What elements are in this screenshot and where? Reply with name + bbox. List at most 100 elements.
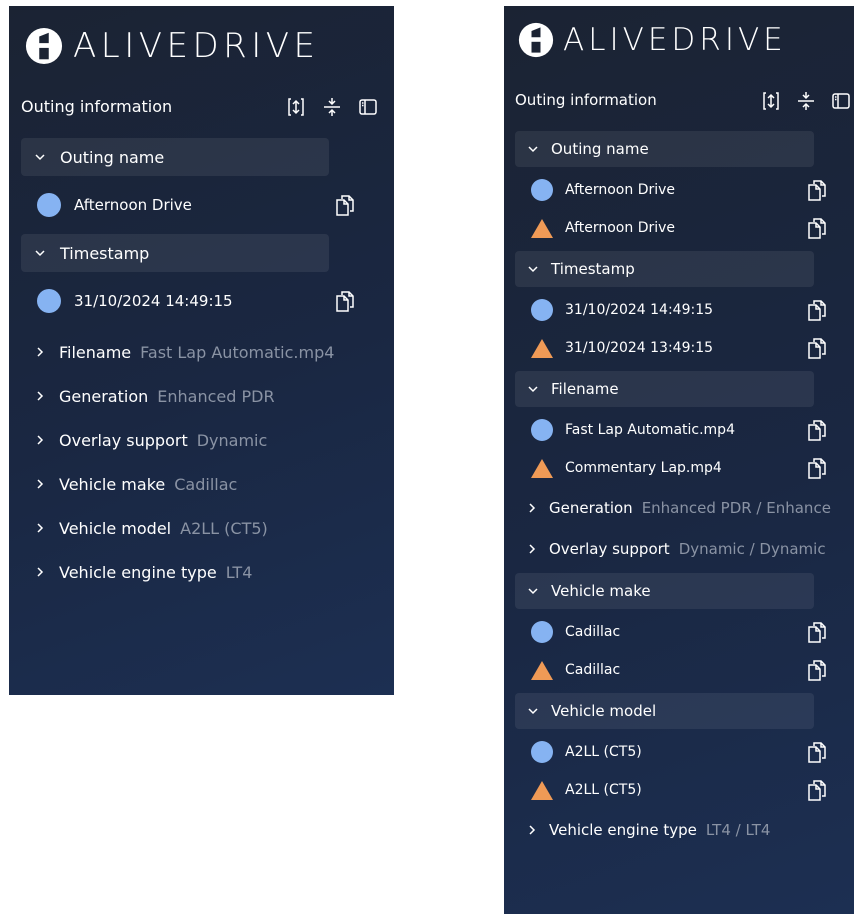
chevron-right-icon <box>37 347 44 357</box>
chevron-down-icon <box>35 154 45 161</box>
section-generation[interactable]: Generation Enhanced PDR / Enhance <box>504 487 854 528</box>
compress-vertical-icon[interactable] <box>321 96 343 118</box>
value-text: Commentary Lap.mp4 <box>565 460 722 476</box>
section-title: Vehicle make <box>551 582 651 600</box>
value-row-orange: Cadillac <box>504 651 854 689</box>
section-filename[interactable]: Filename Fast Lap Automatic.mp4 <box>9 330 394 374</box>
section-label: Vehicle engine type <box>549 820 697 839</box>
copy-icon[interactable] <box>806 216 828 240</box>
section-value: LT4 <box>225 562 253 582</box>
value-row: Afternoon Drive <box>9 176 394 234</box>
chevron-right-icon <box>529 543 536 554</box>
section-label: Overlay support <box>549 539 670 558</box>
copy-icon[interactable] <box>806 298 828 322</box>
value-text: 31/10/2024 13:49:15 <box>565 340 714 356</box>
section-title: Outing name <box>551 140 649 158</box>
section-timestamp[interactable]: Timestamp <box>21 234 329 272</box>
section-vehicle-model[interactable]: Vehicle model A2LL (CT5) <box>9 506 394 550</box>
section-label: Overlay support <box>59 430 188 450</box>
chevron-down-icon <box>35 250 45 257</box>
section-outing-name[interactable]: Outing name <box>515 131 814 167</box>
value-row-blue: Afternoon Drive <box>504 171 854 209</box>
chevron-down-icon <box>528 588 538 595</box>
chevron-right-icon <box>529 502 536 513</box>
blue-circle-marker <box>531 621 553 643</box>
value-row-blue: Cadillac <box>504 613 854 651</box>
section-value: Enhanced PDR / Enhance <box>641 498 831 517</box>
logo-mark <box>25 27 63 65</box>
section-generation[interactable]: Generation Enhanced PDR <box>9 374 394 418</box>
blue-circle-marker <box>531 419 553 441</box>
copy-icon[interactable] <box>806 778 828 802</box>
swap-vertical-icon[interactable] <box>760 90 782 112</box>
section-title: Timestamp <box>551 260 635 278</box>
panel-header: Outing information <box>9 90 394 122</box>
section-title: Vehicle model <box>551 702 657 720</box>
header-actions <box>760 90 852 112</box>
section-overlay-support[interactable]: Overlay support Dynamic <box>9 418 394 462</box>
sidebar-panel-icon[interactable] <box>830 90 852 112</box>
value-row-orange: 31/10/2024 13:49:15 <box>504 329 854 367</box>
sidebar-panel-icon[interactable] <box>357 96 379 118</box>
logo-text: ALIVEDRIVE <box>563 22 787 58</box>
section-vehicle-engine-type[interactable]: Vehicle engine type LT4 / LT4 <box>504 809 854 850</box>
value-text: Afternoon Drive <box>565 182 676 198</box>
blue-circle-marker <box>37 289 61 313</box>
section-filename[interactable]: Filename <box>515 371 814 407</box>
orange-triangle-marker <box>531 218 553 238</box>
chevron-down-icon <box>528 386 538 393</box>
copy-icon[interactable] <box>806 620 828 644</box>
alivedrive-logo: ALIVEDRIVE <box>518 22 787 58</box>
chevron-right-icon <box>37 435 44 445</box>
section-value: Fast Lap Automatic.mp4 <box>140 342 335 362</box>
chevron-right-icon <box>37 523 44 533</box>
swap-vertical-icon[interactable] <box>285 96 307 118</box>
section-vehicle-make[interactable]: Vehicle make <box>515 573 814 609</box>
orange-triangle-marker <box>531 338 553 358</box>
value-text: Cadillac <box>565 662 621 678</box>
outing-info-panel-compare: ALIVEDRIVE Outing information Outing nam… <box>504 6 854 914</box>
section-value: Cadillac <box>174 474 238 494</box>
copy-icon[interactable] <box>806 418 828 442</box>
alivedrive-logo: ALIVEDRIVE <box>25 26 320 66</box>
value-text: A2LL (CT5) <box>565 744 642 760</box>
copy-icon[interactable] <box>806 658 828 682</box>
copy-icon[interactable] <box>806 740 828 764</box>
section-outing-name[interactable]: Outing name <box>21 138 329 176</box>
value-text: A2LL (CT5) <box>565 782 642 798</box>
section-vehicle-engine-type[interactable]: Vehicle engine type LT4 <box>9 550 394 594</box>
compress-vertical-icon[interactable] <box>795 90 817 112</box>
section-value: Dynamic <box>196 430 268 450</box>
section-title: Timestamp <box>60 243 150 263</box>
section-value: A2LL (CT5) <box>180 518 268 538</box>
chevron-right-icon <box>529 824 536 835</box>
section-value: Enhanced PDR <box>157 386 275 406</box>
value-row-blue: A2LL (CT5) <box>504 733 854 771</box>
orange-triangle-marker <box>531 458 553 478</box>
value-text: Fast Lap Automatic.mp4 <box>565 422 735 438</box>
value-text: Cadillac <box>565 624 621 640</box>
chevron-right-icon <box>37 567 44 577</box>
logo-mark <box>518 22 554 58</box>
section-overlay-support[interactable]: Overlay support Dynamic / Dynamic <box>504 528 854 569</box>
copy-icon[interactable] <box>806 456 828 480</box>
copy-icon[interactable] <box>334 289 356 313</box>
copy-icon[interactable] <box>806 178 828 202</box>
header-actions <box>285 96 379 118</box>
section-value: Dynamic / Dynamic <box>678 539 826 558</box>
chevron-right-icon <box>37 479 44 489</box>
copy-icon[interactable] <box>334 193 356 217</box>
logo-text: ALIVEDRIVE <box>73 26 320 66</box>
copy-icon[interactable] <box>806 336 828 360</box>
section-label: Vehicle model <box>59 518 172 538</box>
section-title: Filename <box>551 380 619 398</box>
section-label: Filename <box>59 342 132 362</box>
value-row-orange: Commentary Lap.mp4 <box>504 449 854 487</box>
value-row-orange: A2LL (CT5) <box>504 771 854 809</box>
section-timestamp[interactable]: Timestamp <box>515 251 814 287</box>
section-vehicle-model[interactable]: Vehicle model <box>515 693 814 729</box>
outing-info-panel-single: ALIVEDRIVE Outing information Outing nam… <box>9 6 394 695</box>
chevron-down-icon <box>528 146 538 153</box>
outing-info-list: Outing name Afternoon Drive Timestamp 31… <box>9 138 394 594</box>
section-vehicle-make[interactable]: Vehicle make Cadillac <box>9 462 394 506</box>
